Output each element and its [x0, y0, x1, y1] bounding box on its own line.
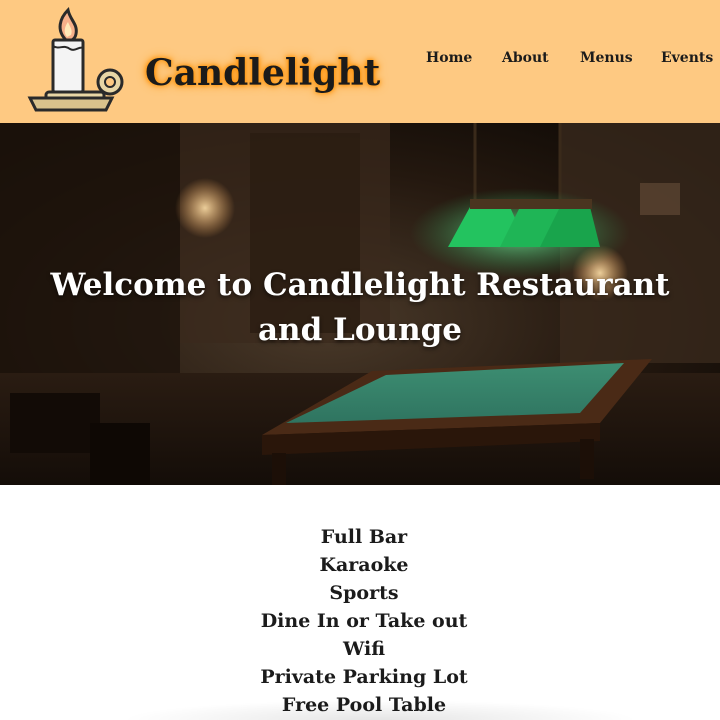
feature-item: Karaoke: [319, 554, 409, 576]
hero-title-line-1: Welcome to Candlelight Restaurant: [50, 267, 670, 303]
hero-title: Welcome to Candlelight Restaurant and Lo…: [0, 263, 720, 353]
nav-menus-link[interactable]: Menus: [580, 50, 633, 66]
bottom-shadow: [120, 700, 640, 720]
nav-events-link[interactable]: Events: [661, 50, 713, 66]
candle-icon[interactable]: [26, 6, 126, 112]
nav-home-link[interactable]: Home: [426, 50, 472, 66]
site-header: Candlelight Home About Menus Events: [0, 0, 720, 123]
hero-title-line-2: and Lounge: [257, 312, 463, 348]
brand-name[interactable]: Candlelight: [145, 52, 380, 94]
hero-banner: Welcome to Candlelight Restaurant and Lo…: [0, 123, 720, 485]
nav-about-link[interactable]: About: [502, 50, 549, 66]
feature-item: Dine In or Take out: [260, 610, 468, 632]
feature-item: Wifi: [342, 638, 386, 660]
features-list: Full Bar Karaoke Sports Dine In or Take …: [0, 523, 720, 719]
feature-item: Sports: [329, 582, 399, 604]
feature-item: Full Bar: [320, 526, 408, 548]
feature-item: Private Parking Lot: [260, 666, 468, 688]
